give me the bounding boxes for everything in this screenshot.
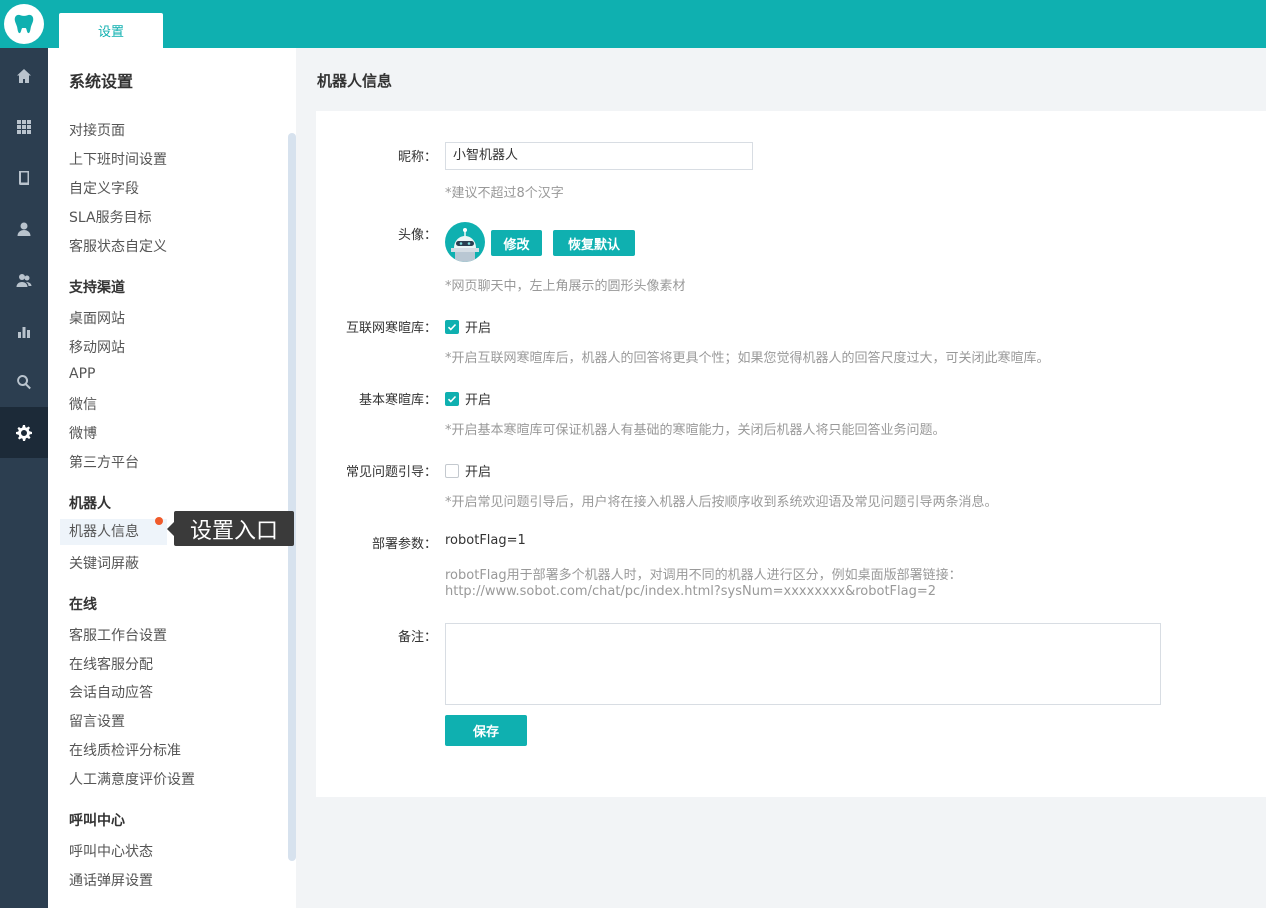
sidebar-item-desktop-site[interactable]: 桌面网站 [69, 308, 125, 328]
nickname-hint: *建议不超过8个汉字 [445, 186, 564, 201]
rail-user[interactable] [0, 203, 48, 254]
robot-icon [451, 228, 479, 262]
rail-search[interactable] [0, 356, 48, 407]
sidebar-item-weibo[interactable]: 微博 [69, 423, 97, 443]
group-title-robot: 机器人 [69, 496, 111, 512]
nickname-label: 昵称： [397, 150, 437, 165]
remark-textarea[interactable] [445, 623, 1161, 705]
sidebar-item-workbench[interactable]: 客服工作台设置 [69, 625, 167, 645]
sidebar-item-sla[interactable]: SLA服务目标 [69, 207, 152, 227]
robot-avatar-icon [445, 222, 485, 262]
sidebar-item-third-party[interactable]: 第三方平台 [69, 452, 139, 472]
search-icon [17, 374, 31, 389]
modify-avatar-button[interactable]: 修改 [491, 230, 542, 256]
basic-greeting-toggle[interactable]: 开启 [445, 389, 491, 408]
home-icon [17, 68, 31, 83]
tooth-icon [14, 14, 34, 34]
basic-greeting-option: 开启 [465, 393, 492, 408]
deploy-label: 部署参数： [371, 537, 437, 552]
tooltip-settings-entry: 设置入口 [167, 511, 294, 546]
menu-title: 系统设置 [69, 72, 134, 91]
top-bar: 设置 [0, 0, 1266, 48]
book-icon [19, 170, 29, 185]
remark-label: 备注： [397, 630, 437, 645]
avatar-label: 头像： [397, 228, 437, 243]
deploy-link: http://www.sobot.com/chat/pc/index.html?… [445, 584, 937, 599]
checkbox-unchecked-icon[interactable] [445, 463, 459, 478]
internet-greeting-label: 互联网寒暄库： [345, 321, 437, 336]
avatar-hint: *网页聊天中，左上角展示的圆形头像素材 [445, 279, 686, 294]
sidebar-item-app[interactable]: APP [69, 366, 95, 382]
page-title: 机器人信息 [317, 72, 393, 90]
group-title-channels: 支持渠道 [69, 280, 125, 296]
rail-settings[interactable] [0, 407, 48, 458]
sidebar-item-message[interactable]: 留言设置 [69, 711, 125, 731]
sidebar-item-work-hours[interactable]: 上下班时间设置 [69, 149, 167, 169]
deploy-hint: robotFlag用于部署多个机器人时，对调用不同的机器人进行区分，例如桌面版部… [445, 568, 962, 583]
checkbox-checked-icon[interactable] [445, 319, 459, 334]
tooth-logo-icon[interactable] [4, 4, 44, 44]
internet-greeting-hint: *开启互联网寒暄库后，机器人的回答将更具个性；如果您觉得机器人的回答尺度过大，可… [445, 351, 1050, 366]
faq-guide-toggle[interactable]: 开启 [445, 461, 491, 480]
group-title-call-center: 呼叫中心 [69, 813, 125, 829]
gear-icon [16, 424, 32, 441]
internet-greeting-toggle[interactable]: 开启 [445, 317, 491, 336]
sidebar-item-agent-status[interactable]: 客服状态自定义 [69, 236, 167, 256]
grid-icon [17, 119, 31, 134]
icon-rail [0, 48, 48, 908]
rail-users[interactable] [0, 254, 48, 305]
rail-book[interactable] [0, 152, 48, 203]
menu-scrollbar[interactable] [288, 133, 296, 861]
faq-guide-option: 开启 [465, 465, 492, 480]
tab-settings[interactable]: 设置 [59, 13, 163, 48]
sidebar-item-custom-fields[interactable]: 自定义字段 [69, 178, 139, 198]
faq-guide-label: 常见问题引导： [345, 465, 437, 480]
basic-greeting-label: 基本寒暄库： [358, 393, 437, 408]
user-icon [17, 222, 31, 236]
sidebar-item-mobile-site[interactable]: 移动网站 [69, 337, 125, 357]
sidebar-item-call-status[interactable]: 呼叫中心状态 [69, 841, 153, 861]
sidebar-item-keyword-block[interactable]: 关键词屏蔽 [69, 553, 139, 573]
sidebar-item-call-popup[interactable]: 通话弹屏设置 [69, 870, 153, 890]
sidebar-item-docking-page[interactable]: 对接页面 [69, 120, 125, 140]
save-button[interactable]: 保存 [445, 715, 527, 746]
group-title-online: 在线 [69, 597, 97, 613]
sidebar-item-qa-scoring[interactable]: 在线质检评分标准 [69, 740, 181, 760]
checkbox-checked-icon[interactable] [445, 391, 459, 406]
sidebar-item-wechat[interactable]: 微信 [69, 394, 97, 414]
sidebar-item-robot-info[interactable]: 机器人信息 [60, 519, 167, 545]
faq-guide-hint: *开启常见问题引导后，用户将在接入机器人后按顺序收到系统欢迎语及常见问题引导两条… [445, 495, 998, 510]
rail-home[interactable] [0, 50, 48, 101]
sidebar-item-satisfaction[interactable]: 人工满意度评价设置 [69, 769, 195, 789]
bar-chart-icon [18, 326, 30, 338]
deploy-value: robotFlag=1 [445, 533, 526, 548]
sidebar-item-auto-reply[interactable]: 会话自动应答 [69, 682, 153, 702]
rail-stats[interactable] [0, 305, 48, 356]
rail-apps[interactable] [0, 101, 48, 152]
users-icon [16, 273, 32, 287]
nickname-input[interactable]: 小智机器人 [445, 142, 753, 170]
reset-avatar-button[interactable]: 恢复默认 [553, 230, 635, 256]
sidebar-item-assignment[interactable]: 在线客服分配 [69, 654, 153, 674]
notification-dot [155, 517, 163, 525]
basic-greeting-hint: *开启基本寒暄库可保证机器人有基础的寒暄能力，关闭后机器人将只能回答业务问题。 [445, 423, 946, 438]
internet-greeting-option: 开启 [465, 321, 492, 336]
